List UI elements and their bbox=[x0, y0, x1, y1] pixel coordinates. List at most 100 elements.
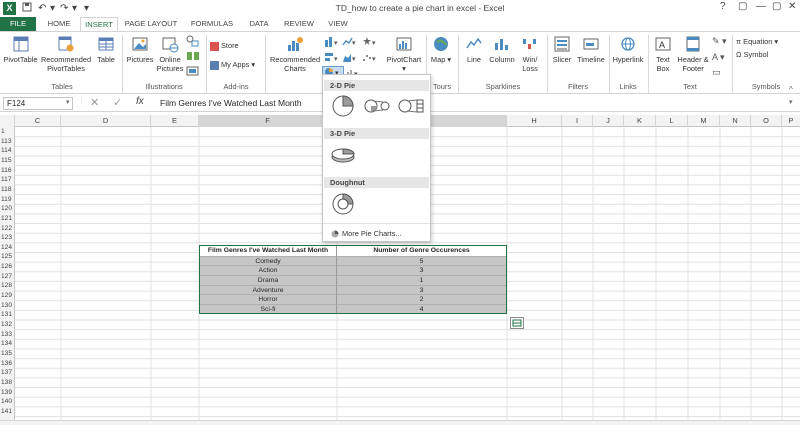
formula-input[interactable]: Film Genres I've Watched Last Month bbox=[160, 97, 302, 109]
row-header[interactable]: 134 bbox=[0, 339, 14, 349]
pictures-button[interactable]: Pictures bbox=[125, 35, 155, 64]
undo-icon[interactable]: ↶ bbox=[38, 2, 46, 15]
enter-icon[interactable]: ✓ bbox=[113, 96, 122, 109]
online-pictures-button[interactable]: Online Pictures bbox=[156, 35, 184, 73]
table-header-genre[interactable]: Film Genres I've Watched Last Month bbox=[200, 246, 337, 256]
pie-3d-icon[interactable] bbox=[329, 143, 357, 167]
recommended-pivottables-button[interactable]: Recommended PivotTables bbox=[40, 35, 92, 73]
close-icon[interactable]: ✕ bbox=[788, 1, 796, 12]
column-header-m[interactable]: M bbox=[688, 115, 720, 127]
column-header-i[interactable]: I bbox=[562, 115, 593, 127]
my-apps-button[interactable]: My Apps ▾ bbox=[210, 60, 255, 70]
row-header[interactable]: 136 bbox=[0, 358, 14, 369]
tab-insert[interactable]: INSERT bbox=[80, 17, 118, 32]
column-chart-icon[interactable]: ▾ bbox=[324, 36, 340, 49]
header-footer-button[interactable]: Header & Footer bbox=[676, 35, 710, 73]
column-header-j[interactable]: J bbox=[593, 115, 624, 127]
pivottable-button[interactable]: PivotTable bbox=[3, 35, 38, 64]
scatter-chart-icon[interactable]: ▾ bbox=[362, 52, 378, 65]
row-header[interactable]: 138 bbox=[0, 377, 14, 388]
row-header[interactable]: 133 bbox=[0, 329, 14, 340]
genre-cell[interactable]: Adventure bbox=[200, 284, 337, 295]
bar-of-pie-icon[interactable] bbox=[397, 94, 427, 118]
timeline-button[interactable]: Timeline bbox=[575, 35, 607, 64]
shapes-icon[interactable] bbox=[186, 35, 200, 49]
area-chart-icon[interactable]: ▾ bbox=[342, 52, 358, 65]
store-button[interactable]: Store bbox=[210, 41, 239, 51]
textbox-button[interactable]: A Text Box bbox=[652, 35, 674, 73]
map-button[interactable]: Map ▾ bbox=[429, 35, 453, 64]
recommended-charts-button[interactable]: Recommended Charts bbox=[270, 35, 320, 73]
name-box[interactable]: F124 bbox=[3, 97, 73, 110]
row-header[interactable]: 120 bbox=[0, 204, 14, 214]
cancel-icon[interactable]: ✕ bbox=[90, 96, 99, 109]
restore-icon[interactable]: ▢ bbox=[772, 1, 781, 12]
row-header[interactable]: 127 bbox=[0, 271, 14, 282]
hierarchy-chart-icon[interactable]: ▾ bbox=[362, 36, 378, 49]
row-header[interactable]: 137 bbox=[0, 368, 14, 378]
undo-dropdown-icon[interactable]: ▾ bbox=[50, 2, 55, 15]
table-button[interactable]: Table bbox=[94, 35, 118, 64]
row-header[interactable]: 130 bbox=[0, 300, 14, 311]
genre-cell[interactable]: Sci-fi bbox=[200, 303, 337, 314]
row-header[interactable]: 128 bbox=[0, 281, 14, 292]
redo-icon[interactable]: ↷ bbox=[60, 2, 68, 15]
count-cell[interactable]: 5 bbox=[337, 255, 506, 266]
customize-qat-icon[interactable]: ▾ bbox=[84, 2, 89, 15]
count-cell[interactable]: 3 bbox=[337, 284, 506, 295]
row-header[interactable]: 117 bbox=[0, 175, 14, 185]
tab-formulas[interactable]: FORMULAS bbox=[186, 17, 238, 31]
insert-function-icon[interactable]: fx bbox=[136, 96, 144, 107]
genre-cell[interactable]: Horror bbox=[200, 294, 337, 304]
column-header-k[interactable]: K bbox=[624, 115, 656, 127]
bar-chart-icon[interactable]: ▾ bbox=[324, 52, 340, 65]
object-icon[interactable]: ▭ bbox=[712, 67, 721, 78]
wordart-icon[interactable]: A ▾ bbox=[712, 52, 725, 63]
tab-home[interactable]: HOME bbox=[40, 17, 78, 31]
sheet-tab-bar[interactable] bbox=[0, 420, 800, 425]
count-cell[interactable]: 3 bbox=[337, 265, 506, 275]
count-cell[interactable]: 4 bbox=[337, 303, 506, 314]
row-header[interactable]: 1 bbox=[0, 127, 14, 137]
pie-of-pie-icon[interactable] bbox=[363, 94, 393, 118]
row-header[interactable]: 140 bbox=[0, 397, 14, 407]
sparkline-winloss-button[interactable]: Win/ Loss bbox=[518, 35, 542, 73]
tab-review[interactable]: REVIEW bbox=[280, 17, 318, 31]
column-header-c[interactable]: C bbox=[15, 115, 61, 127]
collapse-ribbon-icon[interactable]: ^ bbox=[789, 85, 793, 94]
column-header-p[interactable]: P bbox=[782, 115, 800, 127]
row-header[interactable]: 118 bbox=[0, 184, 14, 195]
row-header[interactable]: 119 bbox=[0, 194, 14, 205]
ribbon-display-icon[interactable]: ▢ bbox=[738, 1, 747, 12]
redo-dropdown-icon[interactable]: ▾ bbox=[72, 2, 77, 15]
quick-analysis-icon[interactable] bbox=[510, 317, 524, 329]
column-header-o[interactable]: O bbox=[751, 115, 782, 127]
row-header[interactable]: 115 bbox=[0, 155, 14, 166]
select-all-corner[interactable] bbox=[0, 115, 15, 127]
tab-view[interactable]: VIEW bbox=[324, 17, 352, 31]
row-header[interactable]: 131 bbox=[0, 310, 14, 320]
column-header-e[interactable]: E bbox=[151, 115, 199, 127]
row-header[interactable]: 121 bbox=[0, 213, 14, 224]
column-header-d[interactable]: D bbox=[61, 115, 151, 127]
column-header-h[interactable]: H bbox=[507, 115, 562, 127]
screenshot-icon[interactable] bbox=[186, 65, 200, 79]
row-header[interactable]: 129 bbox=[0, 291, 14, 301]
minimize-icon[interactable]: — bbox=[756, 1, 766, 12]
equation-button[interactable]: π Equation ▾ bbox=[736, 37, 778, 46]
line-chart-icon[interactable]: ▾ bbox=[342, 36, 358, 49]
more-pie-charts-item[interactable]: More Pie Charts... bbox=[331, 229, 402, 238]
pie-2d-icon[interactable] bbox=[329, 94, 357, 118]
table-header-count[interactable]: Number of Genre Occurences bbox=[337, 246, 506, 256]
row-header[interactable]: 132 bbox=[0, 320, 14, 330]
row-header[interactable]: 135 bbox=[0, 348, 14, 359]
row-header[interactable]: 116 bbox=[0, 165, 14, 176]
row-header[interactable]: 125 bbox=[0, 252, 14, 263]
column-header-f[interactable]: F bbox=[199, 115, 337, 127]
genre-cell[interactable]: Drama bbox=[200, 274, 337, 285]
tab-data[interactable]: DATA bbox=[244, 17, 274, 31]
column-header-l[interactable]: L bbox=[656, 115, 688, 127]
row-header[interactable]: 139 bbox=[0, 387, 14, 398]
name-box-dropdown-icon[interactable]: ▾ bbox=[66, 98, 70, 106]
row-header[interactable]: 113 bbox=[0, 136, 14, 147]
